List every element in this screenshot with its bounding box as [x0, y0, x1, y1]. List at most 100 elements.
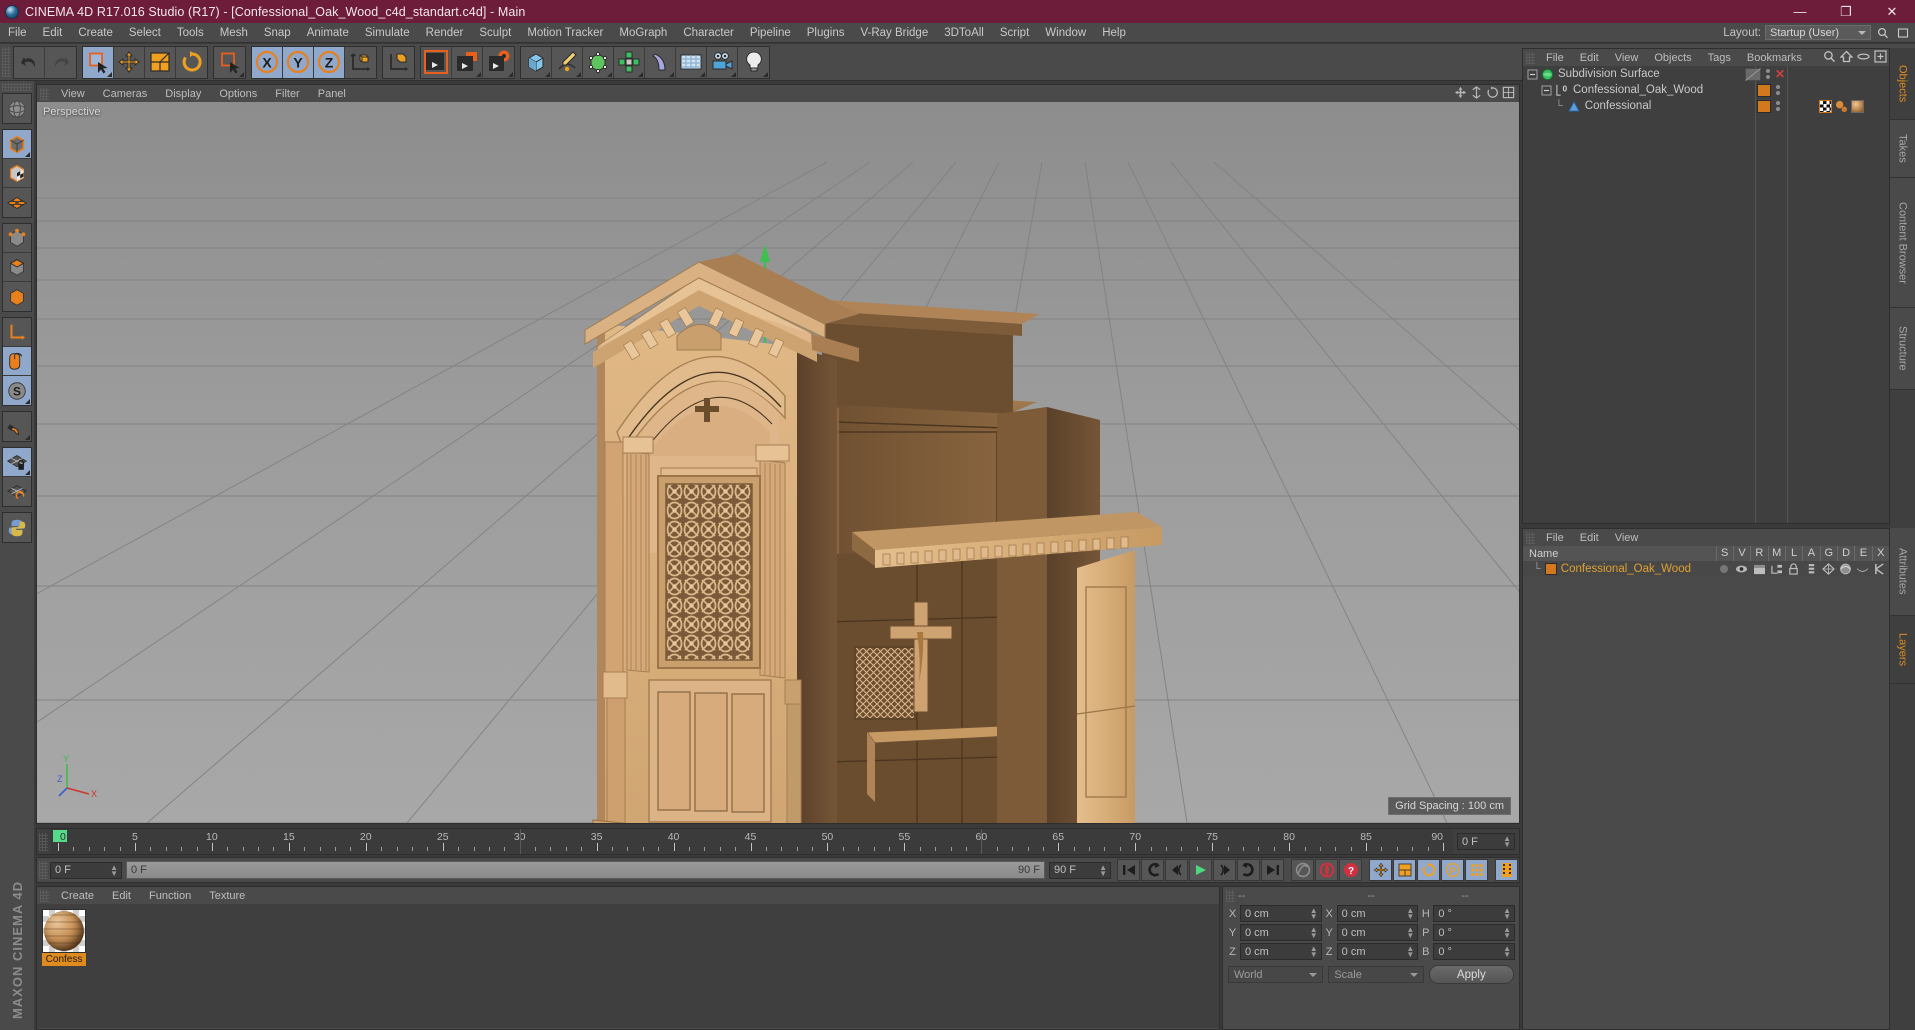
visibility-dots[interactable] [1776, 101, 1780, 111]
layer-col-m[interactable]: M [1767, 546, 1785, 561]
preview-end-field[interactable]: 90 F ▲ ▼ [1049, 861, 1111, 879]
go-to-start-button[interactable] [1117, 859, 1140, 881]
menu-item-tools[interactable]: Tools [169, 23, 212, 43]
render-visibility-toggle[interactable] [1744, 67, 1761, 81]
layer-col-r[interactable]: R [1750, 546, 1767, 561]
menu-item-plugins[interactable]: Plugins [799, 23, 853, 43]
layer-manager-grip[interactable] [1526, 531, 1535, 544]
lock-z-axis[interactable]: Z [314, 46, 345, 78]
viewport-menu-options[interactable]: Options [210, 88, 266, 100]
menu-item-pipeline[interactable]: Pipeline [742, 23, 799, 43]
object-manager-grip[interactable] [1526, 51, 1535, 64]
live-selection-tool[interactable] [83, 46, 114, 78]
menu-item-simulate[interactable]: Simulate [357, 23, 418, 43]
rotation-p-field[interactable]: 0 ° ▲ ▼ [1433, 924, 1516, 941]
undo-button[interactable] [14, 46, 45, 78]
spinner-icon[interactable]: ▲ ▼ [1099, 863, 1107, 877]
menu-item-motion-tracker[interactable]: Motion Tracker [519, 23, 611, 43]
close-button[interactable]: ✕ [1869, 0, 1915, 23]
tab-objects[interactable]: Objects [1890, 48, 1915, 120]
layer-col-g[interactable]: G [1819, 546, 1837, 561]
step-back-button[interactable] [1165, 859, 1188, 881]
animation-icon[interactable] [1802, 563, 1819, 575]
manager-icon[interactable] [1768, 564, 1785, 575]
record-active-objects-button[interactable] [1315, 859, 1338, 881]
material-list[interactable]: Confess [37, 904, 1219, 1028]
object-menu-view[interactable]: View [1607, 52, 1647, 64]
lock-y-axis[interactable]: Y [283, 46, 314, 78]
viewport-menu-filter[interactable]: Filter [266, 88, 308, 100]
material-tag-icon[interactable] [1835, 100, 1848, 113]
layer-col-x[interactable]: X [1871, 546, 1889, 561]
enable-axis-modification[interactable] [3, 318, 31, 347]
expand-collapse-icon[interactable] [1541, 85, 1552, 96]
menu-item-render[interactable]: Render [418, 23, 472, 43]
material-sphere-icon[interactable] [42, 909, 86, 953]
lock-icon[interactable] [1785, 563, 1802, 575]
layer-color-swatch[interactable] [1757, 99, 1771, 113]
spinner-icon[interactable]: ▲ ▼ [1310, 926, 1318, 940]
menu-item-help[interactable]: Help [1094, 23, 1134, 43]
coordinate-system-dropdown[interactable]: World [1228, 966, 1324, 983]
menu-item-mesh[interactable]: Mesh [212, 23, 256, 43]
render-view-button[interactable] [421, 46, 452, 78]
layer-color-swatch[interactable] [1544, 563, 1557, 575]
viewport-menu-display[interactable]: Display [156, 88, 210, 100]
layer-menu-edit[interactable]: Edit [1572, 532, 1607, 544]
lock-x-axis[interactable]: X [252, 46, 283, 78]
spinner-icon[interactable]: ▲ ▼ [110, 863, 118, 877]
view-eye-icon[interactable] [1733, 564, 1750, 574]
add-cube-primitive[interactable] [521, 46, 552, 78]
move-tool[interactable] [114, 46, 145, 78]
spinner-icon[interactable]: ▲ ▼ [1310, 945, 1318, 959]
layer-name-cell[interactable]: └ Confessional_Oak_Wood [1523, 563, 1716, 575]
material-menu-texture[interactable]: Texture [200, 890, 254, 902]
visibility-dots[interactable] [1776, 85, 1780, 95]
position-z-field[interactable]: 0 cm ▲ ▼ [1240, 943, 1322, 960]
size-z-field[interactable]: 0 cm ▲ ▼ [1336, 943, 1419, 960]
next-keyframe-button[interactable] [1237, 859, 1260, 881]
menu-item-sculpt[interactable]: Sculpt [471, 23, 519, 43]
menu-item-snap[interactable]: Snap [256, 23, 299, 43]
layout-manage-icon[interactable] [1895, 25, 1911, 41]
layout-dropdown[interactable]: Startup (User) [1765, 25, 1871, 40]
add-camera[interactable] [707, 46, 738, 78]
magnet-tool[interactable] [3, 412, 31, 441]
world-axis-button[interactable] [383, 46, 414, 78]
object-row-subdivision-surface[interactable]: Subdivision Surface ✕ [1523, 66, 1889, 82]
redo-button[interactable] [45, 46, 76, 78]
tab-takes[interactable]: Takes [1890, 120, 1915, 178]
minimize-button[interactable]: — [1777, 0, 1823, 23]
spinner-icon[interactable]: ▲ ▼ [1503, 907, 1511, 921]
render-to-picture-viewer-button[interactable] [452, 46, 483, 78]
deformer-icon[interactable] [1837, 563, 1854, 575]
object-menu-tags[interactable]: Tags [1700, 52, 1739, 64]
apply-button[interactable]: Apply [1428, 965, 1514, 984]
xref-icon[interactable] [1872, 563, 1889, 575]
viewport-menu-panel[interactable]: Panel [309, 88, 355, 100]
viewport-menu-view[interactable]: View [52, 88, 94, 100]
left-toolbar-grip[interactable] [2, 83, 32, 91]
viewport-canvas[interactable]: Perspective Y X Z Grid Spacing: 100 cm [37, 102, 1519, 823]
rotation-b-field[interactable]: 0 ° ▲ ▼ [1433, 943, 1516, 960]
edges-mode[interactable] [3, 253, 31, 282]
add-spline[interactable] [552, 46, 583, 78]
undo-view-button[interactable] [3, 94, 31, 123]
current-frame-field[interactable]: 0 F ▲ ▼ [50, 861, 122, 879]
material-menu-function[interactable]: Function [140, 890, 200, 902]
layer-solo-dot[interactable] [1716, 564, 1733, 574]
viewport-solo-single[interactable] [3, 347, 31, 376]
menu-item-animate[interactable]: Animate [299, 23, 357, 43]
size-y-field[interactable]: 0 cm ▲ ▼ [1336, 924, 1419, 941]
layer-col-a[interactable]: A [1802, 546, 1819, 561]
position-y-field[interactable]: 0 cm ▲ ▼ [1240, 924, 1322, 941]
scale-tool[interactable] [145, 46, 176, 78]
material-menu-edit[interactable]: Edit [103, 890, 140, 902]
object-menu-bookmarks[interactable]: Bookmarks [1739, 52, 1810, 64]
menu-item-window[interactable]: Window [1037, 23, 1094, 43]
menu-item-character[interactable]: Character [675, 23, 742, 43]
timeline-grip[interactable] [39, 832, 48, 851]
layer-row[interactable]: └ Confessional_Oak_Wood [1523, 561, 1889, 577]
spinner-icon[interactable]: ▲ ▼ [1406, 945, 1414, 959]
layer-col-d[interactable]: D [1836, 546, 1854, 561]
